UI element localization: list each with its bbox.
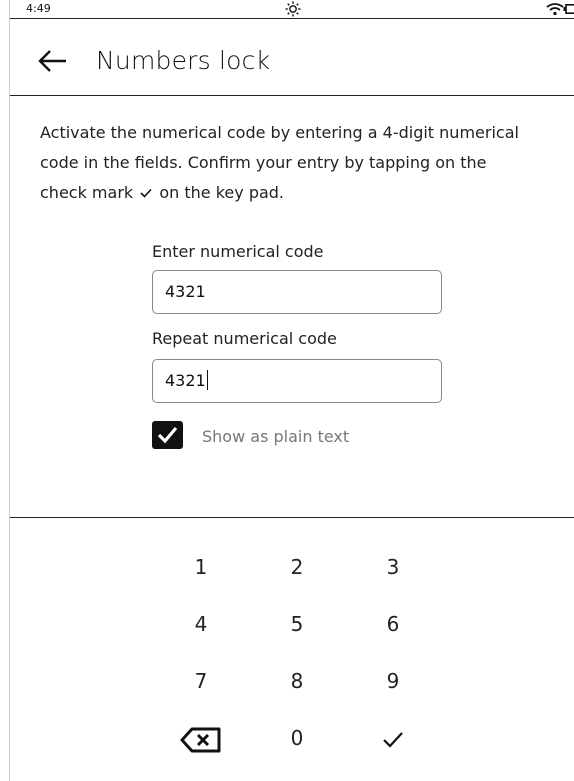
check-icon [383,731,403,748]
enter-code-value: 4321 [165,282,206,301]
key-2[interactable]: 2 [267,545,327,589]
app-screen: 4:49 Numbers lock Activate the numerical… [9,0,574,781]
backspace-icon [180,727,221,752]
repeat-code-value: 4321 [165,371,206,390]
enter-code-field[interactable]: 4321 [152,270,442,314]
key-4[interactable]: 4 [171,602,231,646]
enter-code-label: Enter numerical code [152,242,324,261]
instructions-line-1: Activate the numerical code by entering … [40,123,519,142]
brightness-icon[interactable] [284,1,302,17]
instructions-line-3: check mark on the key pad. [40,178,565,208]
instructions-line-2: code in the fields. Confirm your entry b… [40,153,487,172]
key-3[interactable]: 3 [363,545,423,589]
page-title: Numbers lock [96,46,271,75]
check-mark-icon [140,188,152,198]
key-0[interactable]: 0 [267,716,327,760]
status-bar: 4:49 [10,0,574,19]
key-1[interactable]: 1 [171,545,231,589]
show-plain-text-checkbox[interactable] [152,421,183,449]
key-5[interactable]: 5 [267,602,327,646]
key-9[interactable]: 9 [363,659,423,703]
instructions-line-3-start: check mark [40,183,134,202]
repeat-code-label: Repeat numerical code [152,329,337,348]
key-7[interactable]: 7 [171,659,231,703]
backspace-key[interactable] [171,716,231,760]
battery-icon [563,4,574,14]
instructions-text: Activate the numerical code by entering … [40,118,565,208]
checkbox-check-icon [157,426,178,444]
key-6[interactable]: 6 [363,602,423,646]
instructions-line-3-end: on the key pad. [159,183,285,202]
back-arrow-icon[interactable] [36,49,68,73]
keypad-divider [10,517,574,518]
app-header: Numbers lock [10,19,574,96]
status-time: 4:49 [26,2,51,15]
show-plain-text-label[interactable]: Show as plain text [202,427,349,446]
text-cursor [206,370,208,390]
key-8[interactable]: 8 [267,659,327,703]
confirm-key[interactable] [363,716,423,760]
wifi-icon [546,3,564,16]
repeat-code-field[interactable]: 4321 [152,359,442,403]
